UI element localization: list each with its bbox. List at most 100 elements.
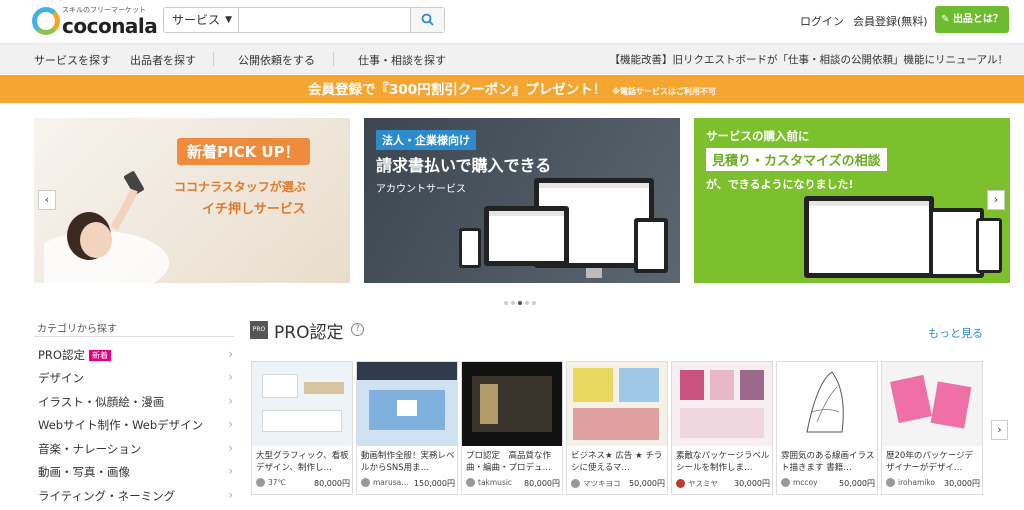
help-icon[interactable]: ?: [351, 323, 364, 336]
seller-info-label: 出品とは？: [952, 14, 1003, 25]
service-price: 80,000円: [314, 479, 350, 488]
seller-info-button[interactable]: ✎ 出品とは？: [935, 6, 1009, 33]
search-input[interactable]: [240, 8, 410, 32]
nav-find-jobs[interactable]: 仕事・相談を探す: [358, 52, 446, 68]
category-heading: カテゴリから探す: [37, 324, 117, 335]
carousel-prev-button[interactable]: ‹: [38, 190, 56, 210]
service-price: 150,000円: [413, 479, 455, 488]
carousel-dot-active[interactable]: [518, 301, 522, 305]
chevron-right-icon: ›: [228, 394, 233, 408]
nav-notice-link[interactable]: 【機能改善】旧リクエストボードが「仕事・相談の公開依頼」機能にリニューアル！: [610, 52, 1008, 67]
service-card[interactable]: 雰囲気のある線画イラスト描きます 書籍… mccoy 50,000円: [776, 361, 878, 495]
category-item-music[interactable]: 音楽・ナレーション ›: [38, 441, 233, 461]
seller-name: irohamiko: [898, 478, 935, 487]
service-meta: マツキヨコ 50,000円: [571, 478, 665, 490]
service-title: プロ認定 高品質な作曲・編曲・プロデュ…: [466, 451, 552, 473]
promo-note: ※電話サービスはご利用不可: [612, 87, 716, 96]
banner-estimate-line1: サービスの購入前に: [706, 129, 810, 143]
category-label: Webサイト制作・Webデザイン: [38, 418, 204, 432]
search-category-select[interactable]: サービス ▼: [164, 8, 239, 32]
service-meta: marusa… 150,000円: [361, 478, 455, 490]
service-title: 歴20年のパッケージデザイナーがデザイ…: [886, 451, 974, 473]
service-meta: takmusic 80,000円: [466, 478, 560, 490]
category-item-design[interactable]: デザイン ›: [38, 370, 233, 390]
nav-find-sellers[interactable]: 出品者を探す: [130, 52, 196, 68]
logo-mark-icon: [32, 7, 60, 35]
login-link[interactable]: ログイン: [800, 13, 844, 29]
category-item-video[interactable]: 動画・写真・画像 ›: [38, 464, 233, 484]
category-item-pro[interactable]: PRO認定 新着 ›: [38, 347, 233, 367]
banner-corporate[interactable]: 法人・企業様向け 請求書払いで購入できる アカウントサービス: [364, 118, 680, 283]
chevron-left-icon: ‹: [44, 193, 50, 206]
service-meta: 37℃ 80,000円: [256, 478, 350, 490]
chevron-right-icon: ›: [993, 193, 999, 206]
see-more-link[interactable]: もっと見る: [928, 325, 983, 341]
nav-divider: [213, 52, 214, 66]
service-title: 素敵なパッケージラベルシールを制作しま…: [676, 451, 770, 473]
monitor-stand: [586, 268, 602, 278]
phone-image: [976, 218, 1002, 273]
service-title: ビジネス★ 広告 ★ チラシに使えるマ…: [571, 451, 663, 473]
service-card[interactable]: 動画制作全般！実務レベルからSNS用ま… marusa… 150,000円: [356, 361, 458, 495]
banner-corporate-title: 請求書払いで購入できる: [376, 156, 552, 175]
service-thumbnail: [252, 362, 352, 446]
category-label: デザイン: [38, 371, 84, 385]
seller-name: 37℃: [268, 478, 286, 487]
service-title: 動画制作全般！実務レベルからSNS用ま…: [361, 451, 455, 473]
service-thumbnail: [882, 362, 982, 446]
avatar: [256, 478, 265, 487]
carousel-dot[interactable]: [504, 301, 508, 305]
carousel-dot[interactable]: [511, 301, 515, 305]
category-item-illustration[interactable]: イラスト・似顔絵・漫画 ›: [38, 394, 233, 414]
avatar: [676, 479, 685, 488]
seller-name: ヤスミヤ: [688, 479, 718, 488]
nav-post-request[interactable]: 公開依頼をする: [238, 52, 315, 68]
category-divider: [34, 336, 234, 337]
service-meta: irohamiko 30,000円: [886, 478, 980, 490]
coconala-logo[interactable]: スキルのフリーマーケット coconala: [32, 5, 158, 38]
service-card[interactable]: 大型グラフィック、看板デザイン、制作し… 37℃ 80,000円: [251, 361, 353, 495]
seller-name: marusa…: [373, 478, 409, 487]
carousel-next-button[interactable]: ›: [987, 190, 1005, 210]
banner-pickup-line2: イチ押しサービス: [202, 202, 306, 217]
chevron-right-icon: ›: [228, 370, 233, 384]
logo-name: coconala: [62, 14, 158, 38]
service-card[interactable]: ビジネス★ 広告 ★ チラシに使えるマ… マツキヨコ 50,000円: [566, 361, 668, 495]
promo-bar[interactable]: 会員登録で『300円割引クーポン』プレゼント！ ※電話サービスはご利用不可: [0, 75, 1024, 103]
banner-estimate[interactable]: サービスの購入前に 見積り・カスタマイズの相談 が、できるようになりました!: [694, 118, 1010, 283]
cards-next-button[interactable]: ›: [991, 420, 1008, 440]
tablet-image: [634, 218, 668, 273]
banner-estimate-highlight: 見積り・カスタマイズの相談: [706, 148, 887, 171]
category-item-web[interactable]: Webサイト制作・Webデザイン ›: [38, 417, 233, 437]
chevron-down-icon: ▼: [225, 15, 232, 25]
service-price: 50,000円: [629, 479, 665, 488]
phone-image: [459, 228, 481, 268]
banner-new-pickup[interactable]: 新着PICK UP！ ココナラスタッフが選ぶ イチ押しサービス: [34, 118, 350, 283]
service-card[interactable]: 素敵なパッケージラベルシールを制作しま… ヤスミヤ 30,000円: [671, 361, 773, 495]
service-title: 大型グラフィック、看板デザイン、制作し…: [256, 451, 349, 473]
register-link[interactable]: 会員登録(無料): [853, 13, 928, 29]
pro-section-title: PRO認定: [274, 323, 344, 343]
service-thumbnail: [567, 362, 667, 446]
service-thumbnail: [672, 362, 772, 446]
search-button[interactable]: [410, 8, 444, 32]
service-meta: mccoy 50,000円: [781, 478, 875, 490]
banner-pickup-tag: 新着PICK UP！: [177, 138, 310, 165]
service-thumbnail: [462, 362, 562, 446]
carousel-dot[interactable]: [525, 301, 529, 305]
service-card[interactable]: 歴20年のパッケージデザイナーがデザイ… irohamiko 30,000円: [881, 361, 983, 495]
nav-find-services[interactable]: サービスを探す: [34, 52, 111, 68]
avatar: [886, 478, 895, 487]
laptop-image: [484, 206, 569, 266]
seller-name: mccoy: [793, 478, 818, 487]
category-label: 動画・写真・画像: [38, 465, 130, 479]
avatar: [571, 479, 580, 488]
carousel-dot[interactable]: [532, 301, 536, 305]
service-card[interactable]: プロ認定 高品質な作曲・編曲・プロデュ… takmusic 80,000円: [461, 361, 563, 495]
nav-divider: [333, 52, 334, 66]
chevron-right-icon: ›: [228, 464, 233, 478]
category-item-writing[interactable]: ライティング・ネーミング ›: [38, 488, 233, 508]
avatar: [466, 478, 475, 487]
service-price: 80,000円: [524, 479, 560, 488]
search-box: サービス ▼: [163, 7, 445, 33]
